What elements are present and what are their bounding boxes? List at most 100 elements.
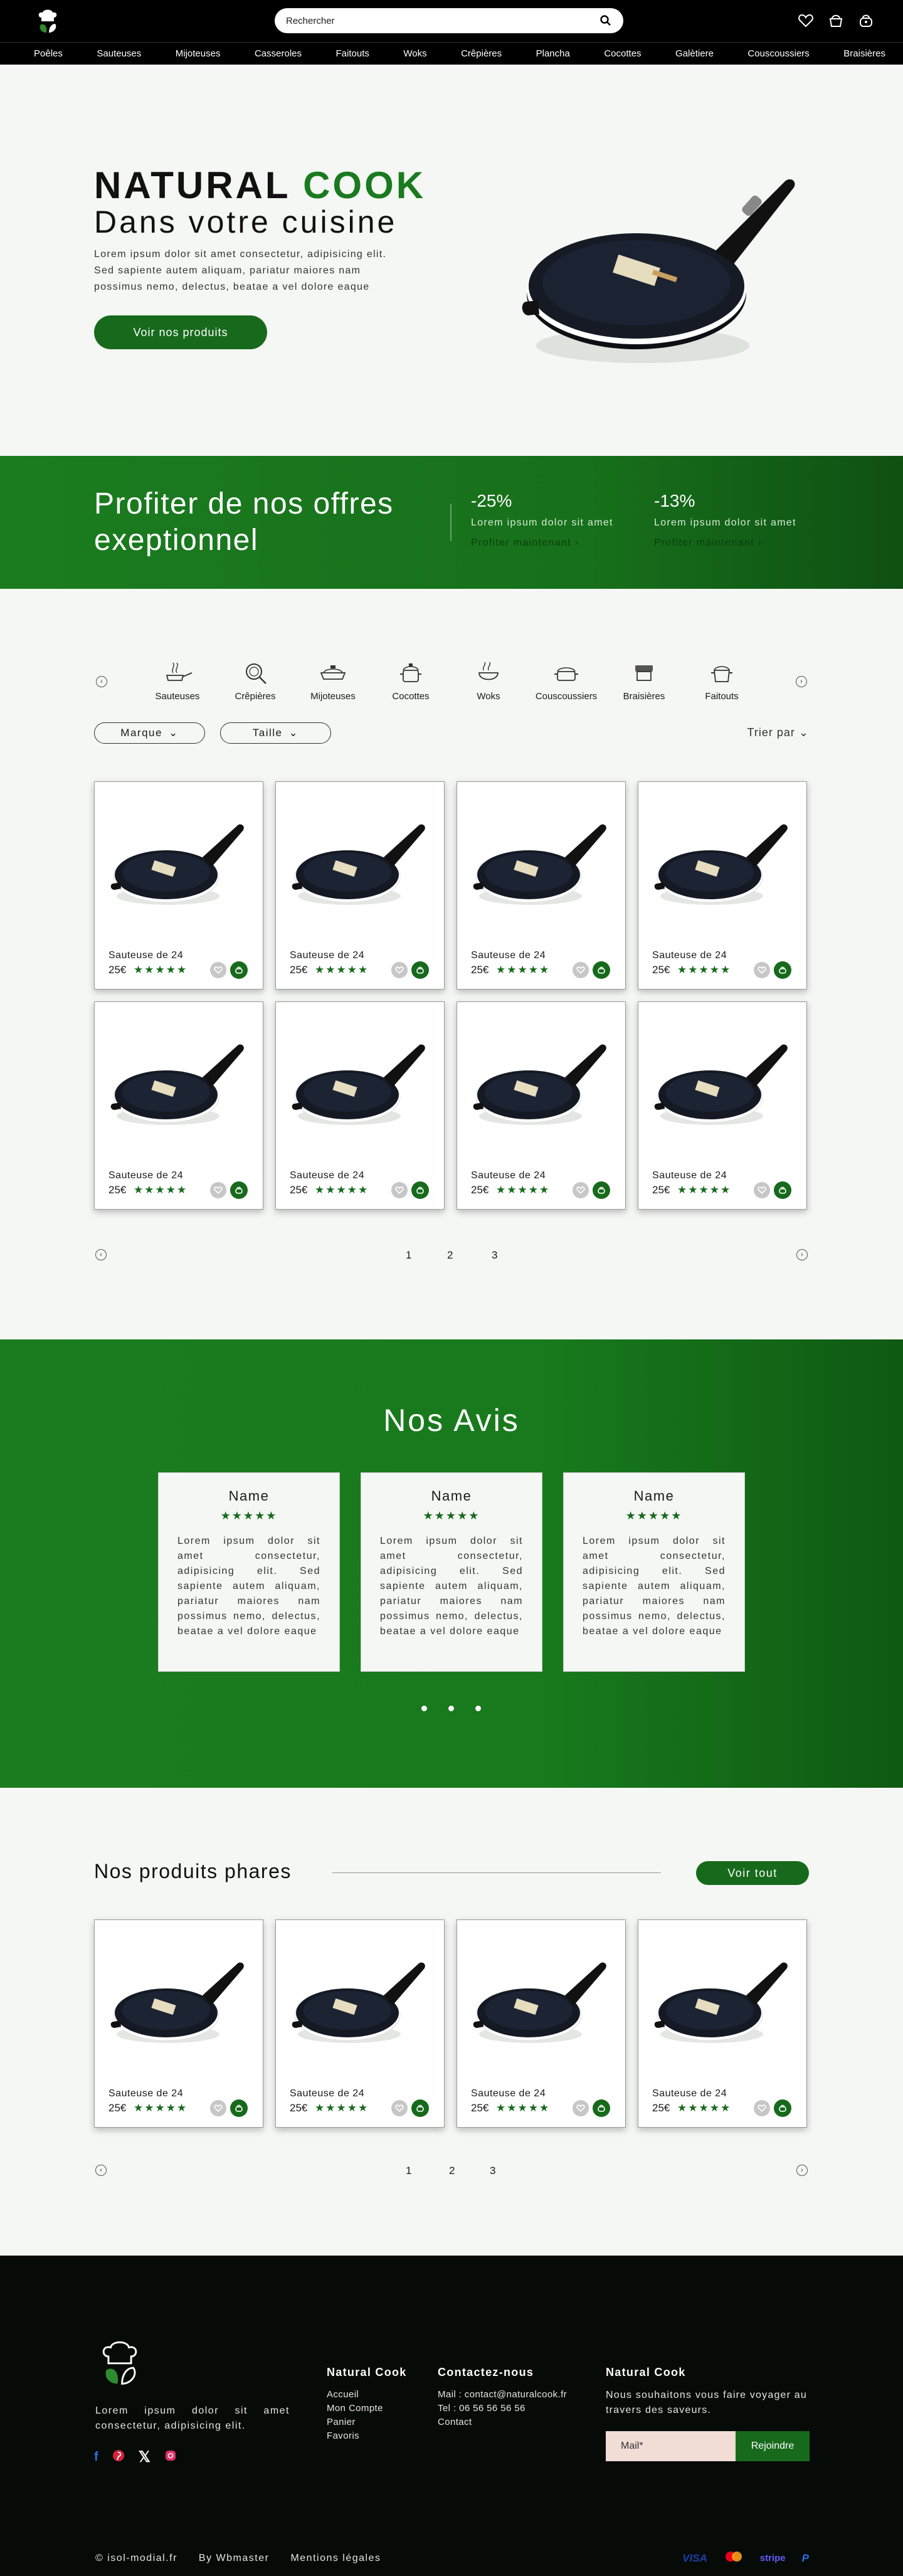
next-page-button[interactable]: › — [796, 1249, 808, 1260]
product-name[interactable]: Sauteuse de 24 — [290, 1170, 364, 1181]
product-image[interactable] — [108, 812, 250, 919]
product-card[interactable]: Sauteuse de 24 25€ ★★★★★ — [94, 1919, 263, 2128]
nav-item-casseroles[interactable]: Casseroles — [255, 48, 302, 59]
product-card[interactable]: Sauteuse de 24 25€ ★★★★★ — [94, 781, 263, 990]
product-card[interactable]: Sauteuse de 24 25€ ★★★★★ — [457, 1919, 626, 2128]
favorite-button[interactable] — [391, 962, 408, 978]
product-card[interactable]: Sauteuse de 24 25€ ★★★★★ — [457, 781, 626, 990]
nav-item-plancha[interactable]: Plancha — [536, 48, 570, 59]
product-name[interactable]: Sauteuse de 24 — [471, 950, 546, 961]
category-sauteuses[interactable]: Sauteuses — [143, 658, 212, 702]
page-1[interactable]: 1 — [406, 1249, 411, 1262]
logo[interactable] — [36, 8, 59, 34]
product-image[interactable] — [471, 812, 613, 919]
join-button[interactable]: Rejoindre — [736, 2431, 810, 2461]
cart-icon[interactable] — [858, 13, 874, 29]
size-filter[interactable]: Taille ⌄ — [220, 722, 331, 744]
product-name[interactable]: Sauteuse de 24 — [471, 2088, 546, 2099]
favorite-button[interactable] — [573, 962, 589, 978]
email-field[interactable]: Mail* — [606, 2431, 736, 2461]
pinterest-icon[interactable] — [112, 2449, 125, 2465]
nav-item-mijoteuses[interactable]: Mijoteuses — [176, 48, 221, 59]
category-crepieres[interactable]: Crêpières — [221, 658, 290, 702]
product-name[interactable]: Sauteuse de 24 — [108, 950, 183, 961]
product-name[interactable]: Sauteuse de 24 — [652, 950, 727, 961]
facebook-icon[interactable]: f — [94, 2450, 98, 2464]
category-couscoussiers[interactable]: Couscoussiers — [532, 658, 601, 702]
nav-item-cocottes[interactable]: Cocottes — [604, 48, 641, 59]
favorite-button[interactable] — [573, 1182, 589, 1198]
add-to-cart-button[interactable] — [230, 1181, 248, 1199]
brand-filter[interactable]: Marque ⌄ — [94, 722, 205, 744]
nav-item-faitouts[interactable]: Faitouts — [336, 48, 369, 59]
product-image[interactable] — [471, 1032, 613, 1139]
contact-link[interactable]: Contact — [438, 2417, 472, 2427]
x-icon[interactable]: 𝕏 — [139, 2448, 150, 2466]
logo[interactable] — [99, 2338, 140, 2386]
nav-item-crepieres[interactable]: Crêpières — [461, 48, 502, 59]
offer-link[interactable]: Profiter maintenant › — [654, 537, 836, 549]
add-to-cart-button[interactable] — [774, 2099, 791, 2117]
product-image[interactable] — [652, 1950, 794, 2057]
search-icon[interactable] — [599, 14, 612, 27]
add-to-cart-button[interactable] — [230, 961, 248, 979]
webmaster-link[interactable]: By Wbmaster — [199, 2553, 270, 2564]
sort-dropdown[interactable]: Trier par ⌄ — [747, 726, 809, 739]
favorite-button[interactable] — [573, 2100, 589, 2116]
product-card[interactable]: Sauteuse de 24 25€ ★★★★★ — [638, 1001, 807, 1210]
product-image[interactable] — [290, 1950, 431, 2057]
footer-link[interactable]: Panier — [327, 2417, 356, 2427]
add-to-cart-button[interactable] — [411, 961, 429, 979]
product-image[interactable] — [108, 1032, 250, 1139]
footer-link[interactable]: Mon Compte — [327, 2403, 383, 2414]
favorite-button[interactable] — [391, 1182, 408, 1198]
instagram-icon[interactable] — [164, 2449, 177, 2465]
page-3[interactable]: 3 — [492, 1249, 497, 1262]
carousel-prev-button[interactable]: ‹ — [96, 676, 107, 687]
product-name[interactable]: Sauteuse de 24 — [108, 1170, 183, 1181]
contact-mail[interactable]: Mail : contact@naturalcook.fr — [438, 2388, 567, 2402]
category-braisieres[interactable]: Braisières — [610, 658, 679, 702]
favorite-button[interactable] — [210, 962, 226, 978]
heart-icon[interactable] — [798, 13, 814, 29]
add-to-cart-button[interactable] — [593, 1181, 610, 1199]
favorite-button[interactable] — [754, 962, 770, 978]
product-name[interactable]: Sauteuse de 24 — [108, 2088, 183, 2099]
nav-item-sauteuses[interactable]: Sauteuses — [97, 48, 141, 59]
favorite-button[interactable] — [210, 1182, 226, 1198]
product-image[interactable] — [652, 812, 794, 919]
carousel-next-button[interactable]: › — [796, 676, 807, 687]
product-name[interactable]: Sauteuse de 24 — [290, 2088, 364, 2099]
add-to-cart-button[interactable] — [593, 2099, 610, 2117]
product-name[interactable]: Sauteuse de 24 — [652, 2088, 727, 2099]
page-3[interactable]: 3 — [490, 2165, 495, 2177]
view-products-button[interactable]: Voir nos produits — [94, 315, 267, 349]
offer-link[interactable]: Profiter maintenant › — [471, 537, 653, 549]
product-card[interactable]: Sauteuse de 24 25€ ★★★★★ — [275, 781, 445, 990]
product-name[interactable]: Sauteuse de 24 — [471, 1170, 546, 1181]
add-to-cart-button[interactable] — [774, 1181, 791, 1199]
prev-page-button[interactable]: ‹ — [95, 2165, 107, 2176]
category-faitouts[interactable]: Faitouts — [687, 658, 756, 702]
page-1[interactable]: 1 — [406, 2165, 411, 2177]
carousel-dot[interactable] — [421, 1706, 427, 1711]
category-mijoteuses[interactable]: Mijoteuses — [298, 658, 367, 702]
page-2[interactable]: 2 — [447, 1249, 453, 1262]
footer-link[interactable]: Favoris — [327, 2431, 359, 2441]
product-card[interactable]: Sauteuse de 24 25€ ★★★★★ — [638, 781, 807, 990]
product-name[interactable]: Sauteuse de 24 — [290, 950, 364, 961]
product-image[interactable] — [471, 1950, 613, 2057]
product-card[interactable]: Sauteuse de 24 25€ ★★★★★ — [275, 1919, 445, 2128]
carousel-dot[interactable] — [448, 1706, 454, 1711]
add-to-cart-button[interactable] — [774, 961, 791, 979]
next-page-button[interactable]: › — [796, 2165, 808, 2176]
prev-page-button[interactable]: ‹ — [95, 1249, 107, 1260]
add-to-cart-button[interactable] — [411, 1181, 429, 1199]
favorite-button[interactable] — [754, 2100, 770, 2116]
pot-icon[interactable] — [828, 13, 844, 29]
product-name[interactable]: Sauteuse de 24 — [652, 1170, 727, 1181]
nav-item-braisieres[interactable]: Braisières — [843, 48, 885, 59]
search-bar[interactable]: Rechercher — [275, 8, 623, 33]
view-all-button[interactable]: Voir tout — [696, 1861, 809, 1885]
page-2[interactable]: 2 — [449, 2165, 455, 2177]
